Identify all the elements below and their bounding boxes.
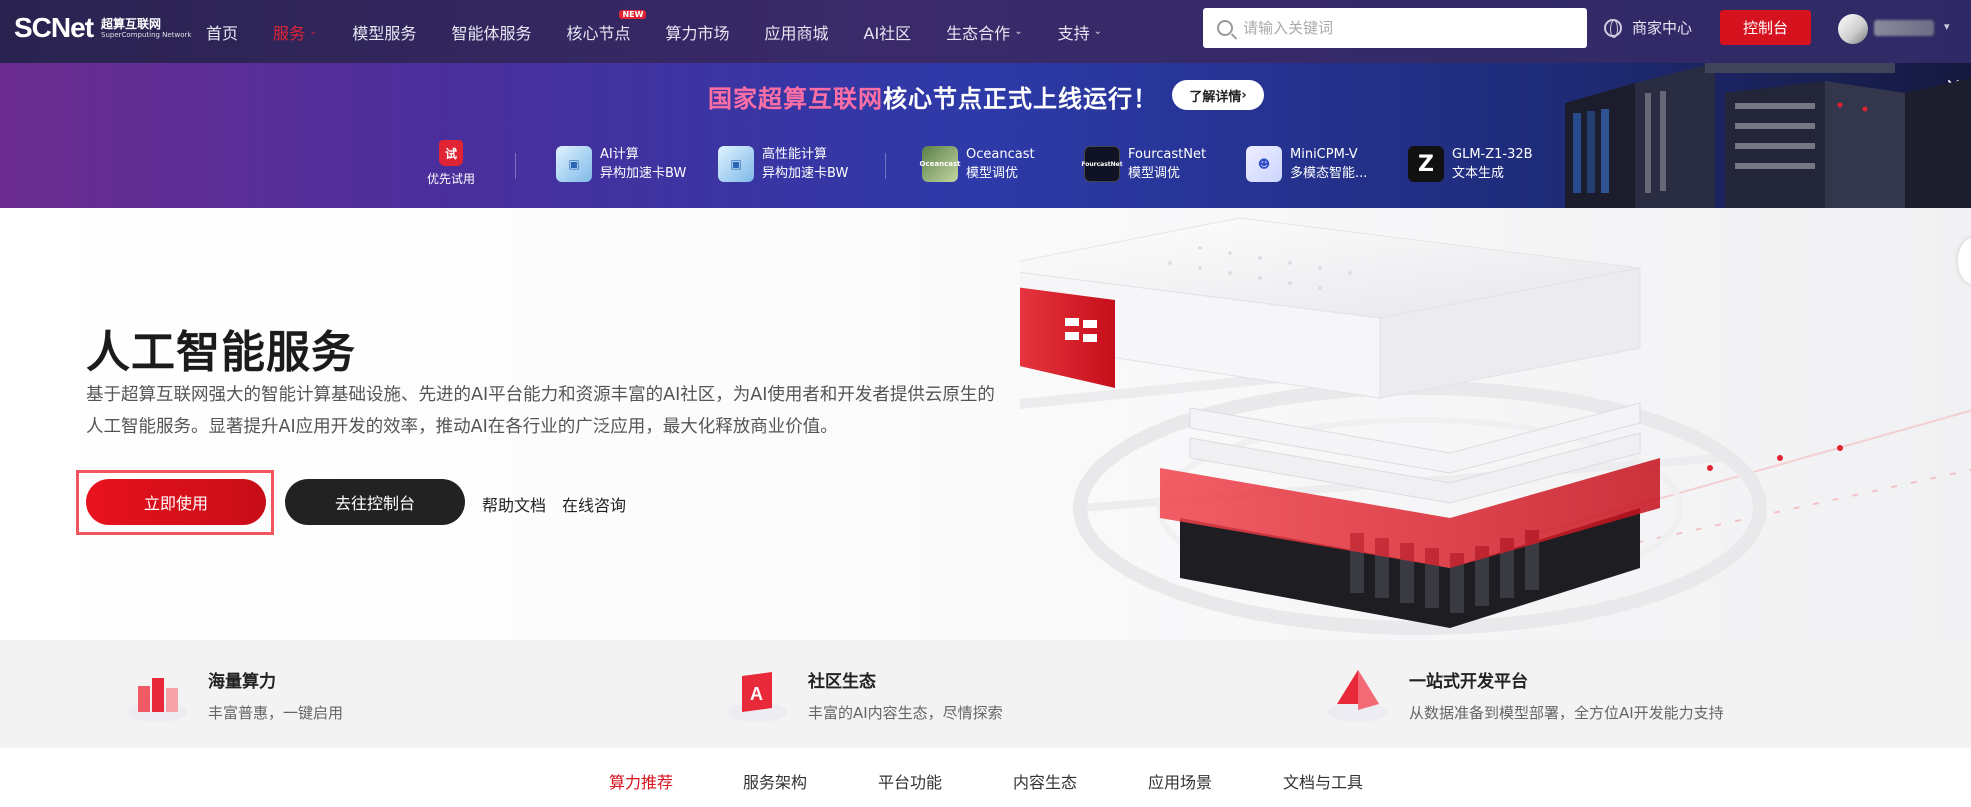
trial-label: 优先试用 — [427, 172, 476, 186]
username-blurred[interactable] — [1874, 20, 1934, 36]
learn-more-button[interactable]: 了解详情 › — [1172, 80, 1264, 110]
logo[interactable]: SCNet 超算互联网 SuperComputing Network — [14, 12, 191, 44]
hero-title: 人工智能服务 — [86, 327, 356, 378]
console-button[interactable]: 控制台 — [1720, 10, 1811, 45]
tab-use-cases[interactable]: 应用场景 — [1148, 769, 1212, 793]
promo-item-minicpm[interactable]: ☻ MiniCPM-V 多模态智能... — [1246, 145, 1367, 183]
logo-sub-cn: 超算互联网 — [101, 16, 162, 31]
nav-item-ecosystem[interactable]: 生态合作 ⌄ — [946, 20, 1022, 44]
nav-item-compute-market[interactable]: 算力市场 — [665, 20, 729, 44]
nav-item-core-nodes[interactable]: 核心节点 NEW — [566, 9, 647, 44]
promo-item-ai-compute[interactable]: ▣ AI计算 异构加速卡BW — [556, 145, 686, 183]
priority-trial[interactable]: 试 优先试用 — [427, 140, 475, 187]
chevron-down-icon[interactable]: ▾ — [1944, 20, 1950, 33]
nav-item-app-store[interactable]: 应用商城 — [764, 20, 828, 44]
globe-icon — [1604, 18, 1622, 38]
nav-item-support[interactable]: 支持 ⌄ — [1058, 20, 1102, 44]
promo-title: 国家超算互联网核心节点正式上线运行！ — [708, 85, 1158, 113]
avatar[interactable] — [1838, 14, 1868, 44]
go-to-console-button[interactable]: 去往控制台 — [285, 479, 465, 525]
tab-service-architecture[interactable]: 服务架构 — [743, 769, 807, 793]
hero-section: 人工智能服务 基于超算互联网强大的智能计算基础设施、先进的AI平台能力和资源丰富… — [0, 208, 1971, 640]
promo-banner: 国家超算互联网核心节点正式上线运行！ 了解详情› × 试 优先试用 ▣ AI计算… — [0, 63, 1971, 208]
merchant-center-link[interactable]: 商家中心 — [1604, 17, 1692, 38]
chevron-down-icon: ⌄ — [309, 26, 318, 37]
search-box[interactable] — [1203, 8, 1587, 48]
online-consult-link[interactable]: 在线咨询 — [562, 492, 626, 516]
promo-item-oceancast[interactable]: Oceancast Oceancast 模型调优 — [920, 145, 1035, 183]
server-racks-illustration — [1565, 63, 1971, 208]
nav-item-model-services[interactable]: 模型服务 — [352, 20, 416, 44]
nav-item-services[interactable]: 服务 ⌄ — [273, 20, 317, 44]
promo-item-fourcastnet[interactable]: FourcastNet FourcastNet 模型调优 — [1081, 145, 1206, 183]
tab-compute-recommend[interactable]: 算力推荐 — [609, 769, 673, 793]
search-icon — [1217, 20, 1233, 36]
hpc-icon: ▣ — [718, 146, 754, 182]
chevron-down-icon: ⌄ — [1093, 26, 1102, 37]
ai-server-illustration — [1020, 217, 1971, 635]
svg-text:A: A — [750, 684, 763, 704]
tab-platform-features[interactable]: 平台功能 — [878, 769, 942, 793]
chevron-down-icon: ⌄ — [1014, 26, 1023, 37]
nav-item-home[interactable]: 首页 — [206, 20, 238, 44]
logo-sub-en: SuperComputing Network — [101, 30, 192, 39]
use-now-button[interactable]: 立即使用 — [86, 479, 266, 525]
section-tabs: 算力推荐 服务架构 平台功能 内容生态 应用场景 文档与工具 — [0, 748, 1971, 807]
promo-item-glm[interactable]: Z GLM-Z1-32B 文本生成 — [1408, 145, 1533, 183]
hero-description: 基于超算互联网强大的智能计算基础设施、先进的AI平台能力和资源丰富的AI社区，为… — [86, 385, 995, 437]
trial-bag-icon: 试 — [439, 140, 463, 166]
feature-community: A 社区生态 丰富的AI内容生态，尽情探索 — [724, 664, 1003, 726]
help-docs-link[interactable]: 帮助文档 — [482, 492, 546, 516]
fourcastnet-icon: FourcastNet — [1081, 146, 1123, 182]
logo-text: SCNet — [14, 12, 94, 43]
tab-content-ecosystem[interactable]: 内容生态 — [1013, 769, 1077, 793]
feature-massive-compute: 海量算力 丰富普惠，一键启用 — [124, 664, 343, 726]
merchant-center-label: 商家中心 — [1632, 19, 1693, 37]
feature-one-stop-platform: 一站式开发平台 从数据准备到模型部署，全方位AI开发能力支持 — [1325, 664, 1724, 726]
nav-item-agent-services[interactable]: 智能体服务 — [451, 20, 531, 44]
nav-menu: 首页 服务 ⌄ 模型服务 智能体服务 核心节点 NEW 算力市场 应用商城 AI… — [206, 0, 1137, 63]
top-nav: SCNet 超算互联网 SuperComputing Network 首页 服务… — [0, 0, 1971, 63]
arrow-right-icon: › — [1241, 87, 1247, 103]
community-icon: A — [727, 672, 787, 722]
features-strip: 海量算力 丰富普惠，一键启用 A 社区生态 丰富的AI内容生态，尽情探索 一站式… — [0, 640, 1971, 748]
glm-icon: Z — [1408, 146, 1444, 182]
divider — [885, 153, 886, 179]
new-badge: NEW — [619, 9, 647, 19]
nav-item-ai-community[interactable]: AI社区 — [864, 20, 912, 44]
platform-icon — [1328, 670, 1388, 722]
promo-item-hpc[interactable]: ▣ 高性能计算 异构加速卡BW — [718, 145, 848, 183]
minicpm-icon: ☻ — [1246, 146, 1282, 182]
search-input[interactable] — [1243, 19, 1563, 37]
ai-compute-icon: ▣ — [556, 146, 592, 182]
divider — [515, 153, 516, 179]
oceancast-icon: Oceancast — [920, 146, 960, 182]
compute-icon — [127, 678, 187, 722]
tab-docs-tools[interactable]: 文档与工具 — [1283, 769, 1363, 793]
